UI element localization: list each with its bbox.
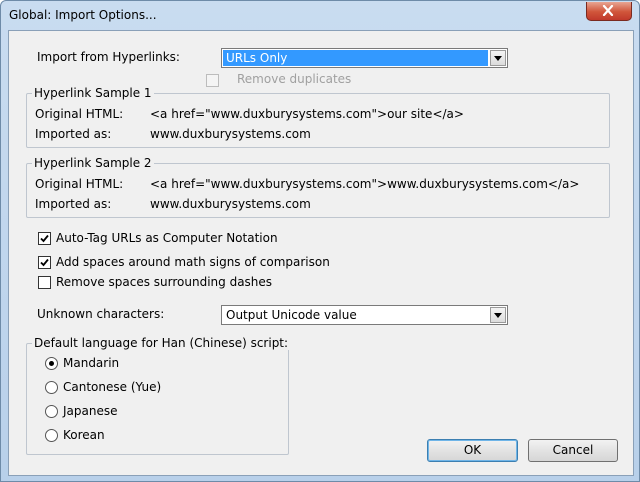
hyperlink-sample-1-title: Hyperlink Sample 1: [32, 86, 154, 100]
import-hyperlinks-label: Import from Hyperlinks:: [37, 50, 180, 64]
close-icon: [602, 5, 614, 16]
sample-1-original-label: Original HTML:: [35, 107, 124, 121]
hyperlink-sample-2-title: Hyperlink Sample 2: [32, 156, 154, 170]
math-spaces-checkbox[interactable]: [38, 256, 51, 269]
radio-japanese-label: Japanese: [63, 404, 118, 418]
window-title: Global: Import Options...: [9, 8, 157, 22]
chevron-down-icon: [494, 313, 502, 318]
cancel-button[interactable]: Cancel: [528, 439, 618, 462]
sample-2-imported-label: Imported as:: [35, 197, 112, 211]
remove-duplicates-label: Remove duplicates: [237, 72, 352, 86]
import-hyperlinks-value: URLs Only: [223, 50, 488, 66]
import-hyperlinks-select[interactable]: URLs Only: [221, 48, 508, 68]
auto-tag-urls-label: Auto-Tag URLs as Computer Notation: [56, 231, 278, 245]
remove-dash-spaces-checkbox[interactable]: [38, 276, 51, 289]
radio-cantonese[interactable]: [45, 381, 58, 394]
chevron-down-icon: [494, 56, 502, 61]
radio-japanese[interactable]: [45, 405, 58, 418]
unknown-characters-dropdown-button[interactable]: [490, 307, 506, 323]
radio-mandarin-label: Mandarin: [63, 356, 120, 370]
sample-1-imported-value: www.duxburysystems.com: [150, 127, 311, 141]
radio-selected-dot: [49, 361, 54, 366]
radio-cantonese-label: Cantonese (Yue): [63, 380, 162, 394]
sample-1-original-value: <a href="www.duxburysystems.com">our sit…: [150, 107, 464, 121]
unknown-characters-label: Unknown characters:: [37, 307, 165, 321]
checkmark-icon: [40, 258, 49, 267]
title-bar[interactable]: Global: Import Options...: [1, 1, 639, 29]
radio-korean[interactable]: [45, 429, 58, 442]
sample-2-imported-value: www.duxburysystems.com: [150, 197, 311, 211]
dialog-body: Import from Hyperlinks: URLs Only Remove…: [8, 30, 634, 476]
remove-duplicates-checkbox[interactable]: [206, 74, 219, 87]
unknown-characters-select[interactable]: Output Unicode value: [221, 305, 508, 325]
radio-korean-label: Korean: [63, 428, 105, 442]
import-hyperlinks-dropdown-button[interactable]: [490, 50, 506, 66]
close-button[interactable]: [586, 2, 632, 21]
ok-button[interactable]: OK: [427, 439, 518, 462]
unknown-characters-value: Output Unicode value: [226, 308, 357, 322]
math-spaces-label: Add spaces around math signs of comparis…: [56, 255, 330, 269]
sample-2-original-label: Original HTML:: [35, 177, 124, 191]
radio-mandarin[interactable]: [45, 357, 58, 370]
sample-2-original-value: <a href="www.duxburysystems.com">www.dux…: [150, 177, 580, 191]
sample-1-imported-label: Imported as:: [35, 127, 112, 141]
han-language-title: Default language for Han (Chinese) scrip…: [32, 336, 291, 350]
import-options-dialog: Global: Import Options... Import from Hy…: [0, 0, 640, 482]
checkmark-icon: [40, 234, 49, 243]
remove-dash-spaces-label: Remove spaces surrounding dashes: [56, 275, 273, 289]
auto-tag-urls-checkbox[interactable]: [38, 232, 51, 245]
